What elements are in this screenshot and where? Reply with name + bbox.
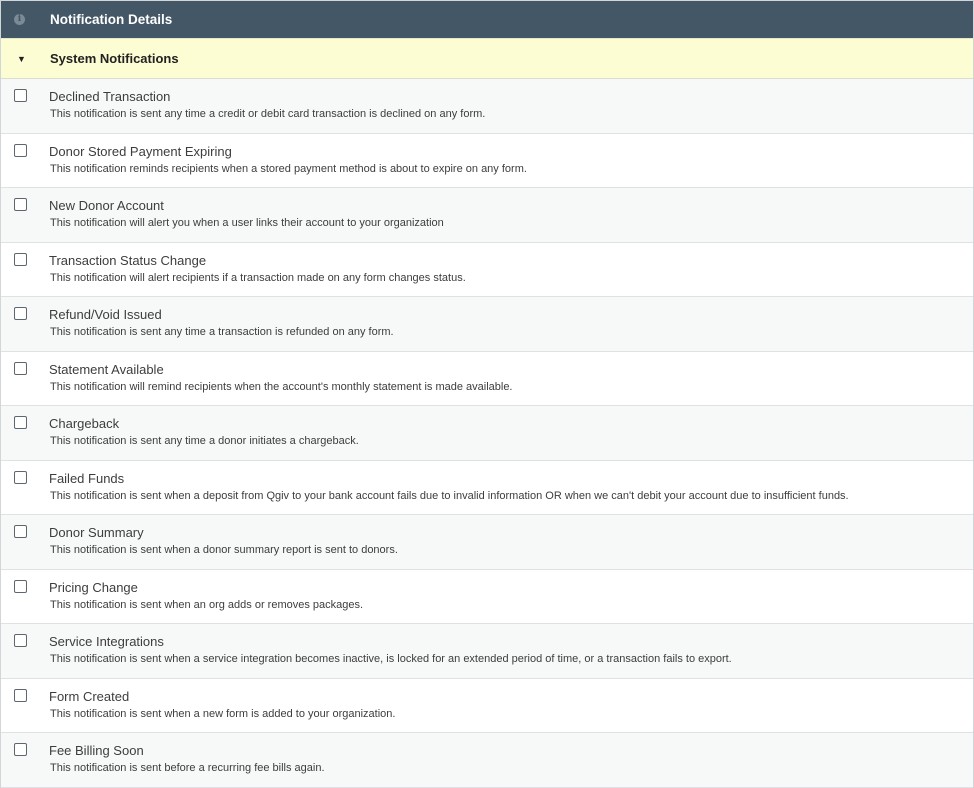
- notification-details-panel: i Notification Details ▼ System Notifica…: [0, 0, 974, 788]
- notification-list: Declined Transaction This notification is…: [1, 79, 973, 788]
- notification-checkbox[interactable]: [14, 688, 27, 702]
- notification-row: Declined Transaction This notification is…: [1, 79, 973, 134]
- section-title: System Notifications: [50, 51, 179, 66]
- notification-checkbox[interactable]: [14, 525, 27, 538]
- notification-row: Chargeback This notification is sent any …: [1, 406, 973, 461]
- notification-description: This notification is sent any time a tra…: [50, 326, 394, 338]
- notification-checkbox[interactable]: [14, 470, 27, 484]
- notification-title: Donor Summary: [49, 525, 144, 540]
- notification-row: Donor Summary This notification is sent w…: [1, 515, 973, 570]
- notification-checkbox[interactable]: [14, 198, 27, 211]
- notification-row: Donor Stored Payment Expiring This notifi…: [1, 133, 973, 188]
- notification-row: Service Integrations This notification is…: [1, 624, 973, 679]
- notification-title: Statement Available: [49, 361, 164, 377]
- notification-row: Pricing Change This notification is sent …: [1, 569, 973, 624]
- notification-title: Declined Transaction: [49, 89, 171, 104]
- notification-title: Service Integrations: [49, 634, 164, 649]
- notification-description: This notification is sent when a deposit…: [50, 489, 849, 502]
- notification-description: This notification is sent any time a cre…: [50, 108, 486, 120]
- notification-row: Form Created This notification is sent wh…: [1, 678, 973, 733]
- notification-title: Fee Billing Soon: [49, 743, 144, 758]
- section-header-system-notifications[interactable]: ▼ System Notifications: [1, 38, 973, 79]
- notification-checkbox[interactable]: [14, 252, 27, 266]
- notification-row: New Donor Account This notification will …: [1, 188, 973, 243]
- notification-checkbox[interactable]: [14, 416, 27, 429]
- notification-description: This notification will remind recipients…: [50, 380, 513, 393]
- info-icon: i: [14, 14, 25, 25]
- notification-title: Form Created: [49, 688, 130, 704]
- notification-checkbox[interactable]: [14, 143, 27, 157]
- notification-description: This notification is sent when an org ad…: [50, 598, 364, 611]
- panel-title: Notification Details: [50, 12, 173, 27]
- notification-checkbox[interactable]: [14, 634, 27, 647]
- notification-description: This notification is sent when a service…: [50, 653, 732, 665]
- notification-description: This notification is sent before a recur…: [50, 762, 325, 774]
- caret-down-icon[interactable]: ▼: [17, 54, 26, 64]
- notification-description: This notification reminds recipients whe…: [50, 162, 527, 175]
- notification-row: Failed Funds This notification is sent wh…: [1, 460, 973, 515]
- notification-description: This notification is sent when a donor s…: [50, 544, 398, 556]
- notification-description: This notification is sent when a new for…: [50, 707, 396, 720]
- panel-header: i Notification Details: [1, 1, 973, 38]
- notification-title: Refund/Void Issued: [49, 307, 162, 322]
- notification-title: Pricing Change: [49, 579, 138, 595]
- notification-title: Failed Funds: [49, 470, 125, 486]
- notification-checkbox[interactable]: [14, 743, 27, 756]
- notification-checkbox[interactable]: [14, 579, 27, 593]
- notification-checkbox[interactable]: [14, 89, 27, 102]
- notification-checkbox[interactable]: [14, 361, 27, 375]
- notification-title: Chargeback: [49, 416, 120, 431]
- notification-title: Donor Stored Payment Expiring: [49, 143, 232, 159]
- notification-description: This notification is sent any time a don…: [50, 435, 359, 447]
- notification-description: This notification will alert you when a …: [50, 217, 444, 229]
- notification-row: Statement Available This notification wil…: [1, 351, 973, 406]
- notification-title: New Donor Account: [49, 198, 164, 213]
- notification-row: Transaction Status Change This notificati…: [1, 242, 973, 297]
- notification-row: Refund/Void Issued This notification is s…: [1, 297, 973, 352]
- notification-title: Transaction Status Change: [49, 252, 207, 268]
- notification-row: Fee Billing Soon This notification is sen…: [1, 733, 973, 788]
- notification-description: This notification will alert recipients …: [50, 271, 466, 284]
- notification-checkbox[interactable]: [14, 307, 27, 320]
